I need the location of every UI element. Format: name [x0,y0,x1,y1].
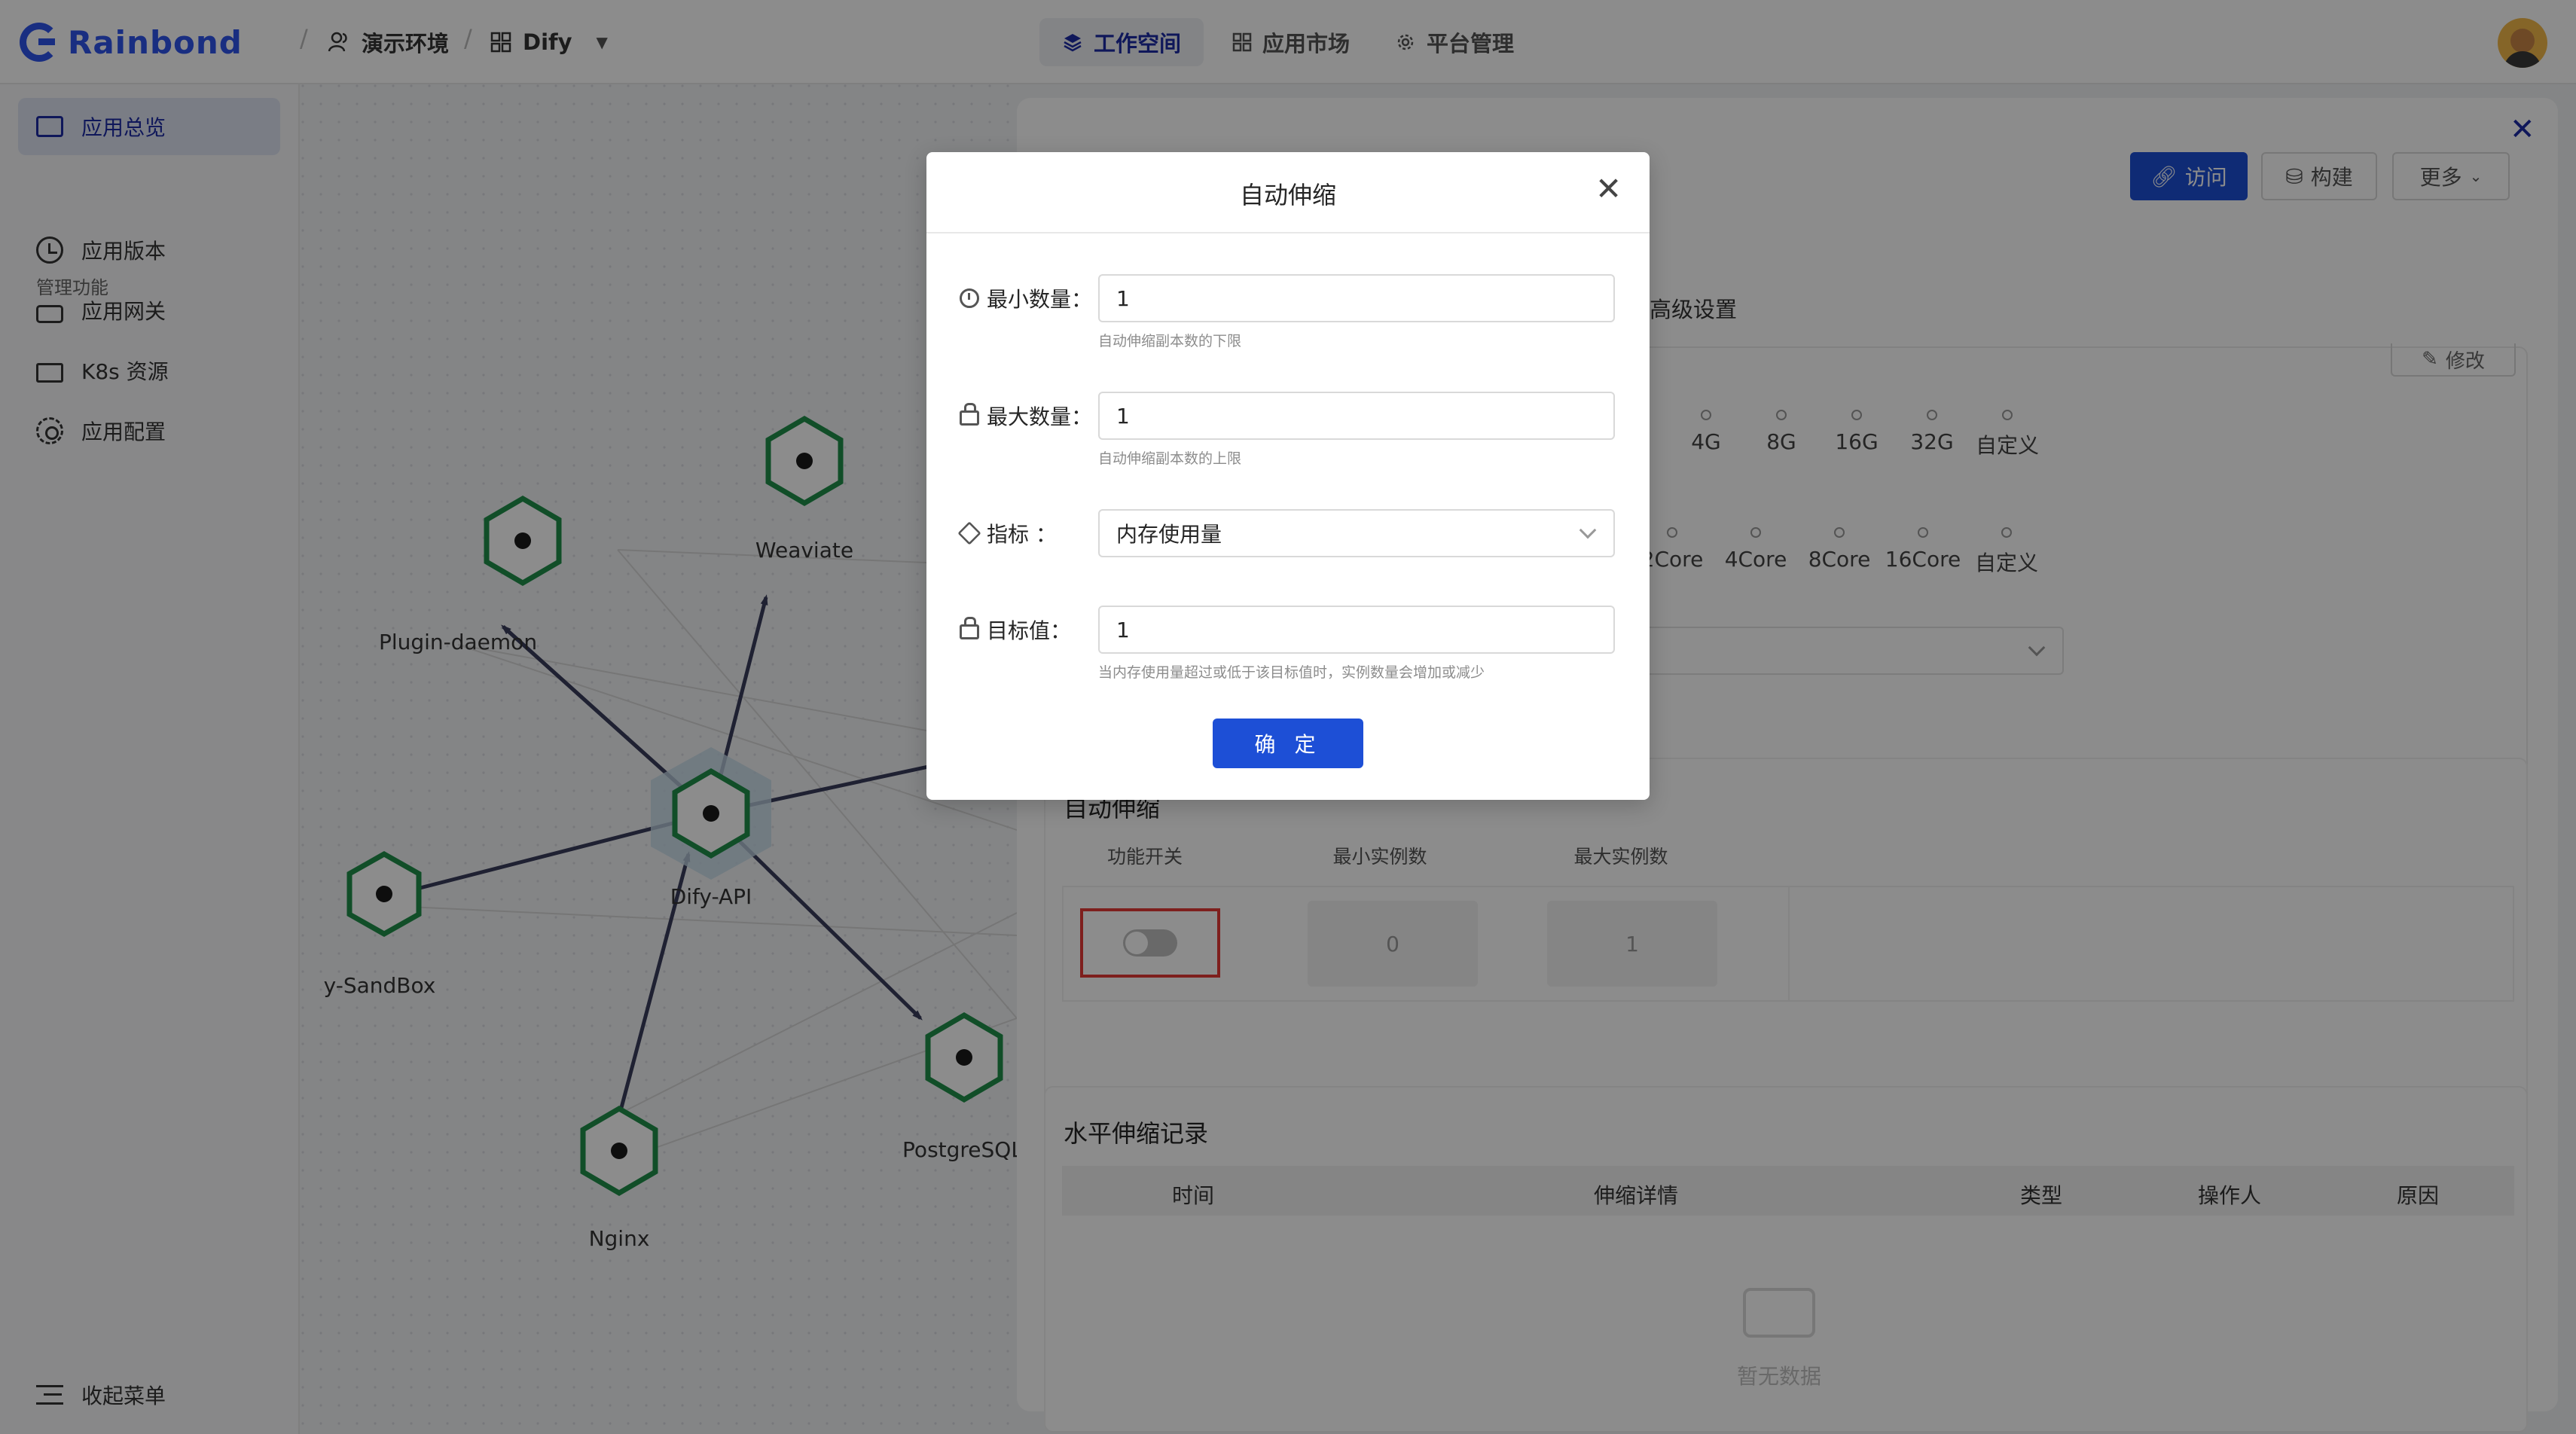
lock-icon [960,403,979,426]
max-count-input[interactable] [1098,392,1615,440]
autoscale-modal: 自动伸缩 ✕ 最小数量： 自动伸缩副本数的下限 最大数量： 自动伸缩副本数的上限… [926,152,1650,800]
min-count-input[interactable] [1098,274,1615,322]
modal-title: 自动伸缩 [1239,181,1337,209]
target-value-input[interactable] [1098,606,1615,654]
metric-select-value: 内存使用量 [1116,522,1222,547]
target-value-help: 当内存使用量超过或低于该目标值时，实例数量会增加或减少 [1098,664,1485,681]
max-count-label: 最大数量： [960,392,1092,440]
metric-label: 指标 ： [957,509,1057,557]
confirm-button[interactable]: 确 定 [1213,719,1363,768]
metric-select[interactable]: 内存使用量 [1098,509,1615,557]
modal-header: 自动伸缩 ✕ [926,152,1650,233]
info-circle-icon [960,288,979,308]
close-icon[interactable]: ✕ [1595,173,1622,205]
chevron-down-icon [1579,521,1597,539]
target-value-label: 目标值： [960,606,1071,654]
min-count-help: 自动伸缩副本数的下限 [1098,333,1242,349]
cube-icon [957,521,981,545]
lock-icon [960,617,979,639]
max-count-help: 自动伸缩副本数的上限 [1098,450,1242,467]
min-count-label: 最小数量： [960,274,1092,322]
